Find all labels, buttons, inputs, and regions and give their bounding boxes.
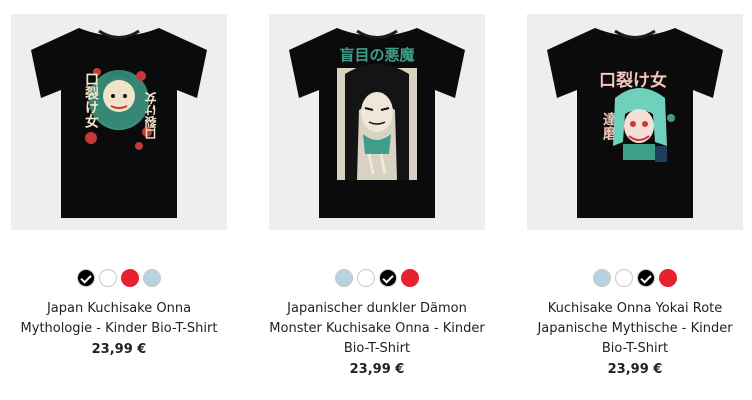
- product-grid: 口裂け女 口裂け女 Japan Kuchisake Onna Mythologi…: [0, 0, 752, 400]
- check-icon: [640, 272, 652, 284]
- color-swatches: [527, 269, 743, 289]
- product-price: 23,99 €: [91, 342, 147, 357]
- product-card[interactable]: 口裂け女 口裂け女 Japan Kuchisake Onna Mythologi…: [11, 14, 227, 359]
- product-card[interactable]: 盲目の悪魔 Japanischer dunkler Dämon Monster …: [269, 14, 485, 379]
- color-swatch-light-blue[interactable]: [335, 269, 353, 287]
- color-swatch-white[interactable]: [99, 269, 117, 287]
- print-text-top: 口裂け女: [599, 70, 667, 91]
- product-image[interactable]: 口裂け女 達磨: [527, 14, 743, 230]
- print-text-right: 口裂け女: [144, 91, 158, 140]
- color-swatch-black[interactable]: [637, 269, 655, 287]
- tshirt-illustration: 口裂け女 達磨: [547, 28, 723, 218]
- check-icon: [382, 272, 394, 284]
- product-title[interactable]: Japan Kuchisake Onna Mythologie - Kinder…: [11, 299, 227, 339]
- print-text-left: 口裂け女: [83, 72, 100, 129]
- color-swatches: [269, 269, 485, 289]
- tshirt-illustration: 盲目の悪魔: [289, 28, 465, 218]
- product-image[interactable]: 盲目の悪魔: [269, 14, 485, 230]
- color-swatch-red[interactable]: [401, 269, 419, 287]
- product-price: 23,99 €: [607, 362, 663, 377]
- color-swatch-light-blue[interactable]: [143, 269, 161, 287]
- product-card[interactable]: 口裂け女 達磨 Kuchisake Onna Yokai Rote Japani…: [527, 14, 743, 379]
- color-swatch-white[interactable]: [615, 269, 633, 287]
- color-swatch-black[interactable]: [77, 269, 95, 287]
- product-title[interactable]: Japanischer dunkler Dämon Monster Kuchis…: [269, 299, 485, 359]
- color-swatches: [11, 269, 227, 289]
- product-image[interactable]: 口裂け女 口裂け女: [11, 14, 227, 230]
- tshirt-illustration: 口裂け女 口裂け女: [31, 28, 207, 218]
- print-text-top: 盲目の悪魔: [339, 46, 414, 64]
- color-swatch-white[interactable]: [357, 269, 375, 287]
- color-swatch-light-blue[interactable]: [593, 269, 611, 287]
- product-price: 23,99 €: [349, 362, 405, 377]
- color-swatch-red[interactable]: [121, 269, 139, 287]
- color-swatch-red[interactable]: [659, 269, 677, 287]
- check-icon: [80, 272, 92, 284]
- color-swatch-black[interactable]: [379, 269, 397, 287]
- product-title[interactable]: Kuchisake Onna Yokai Rote Japanische Myt…: [527, 299, 743, 359]
